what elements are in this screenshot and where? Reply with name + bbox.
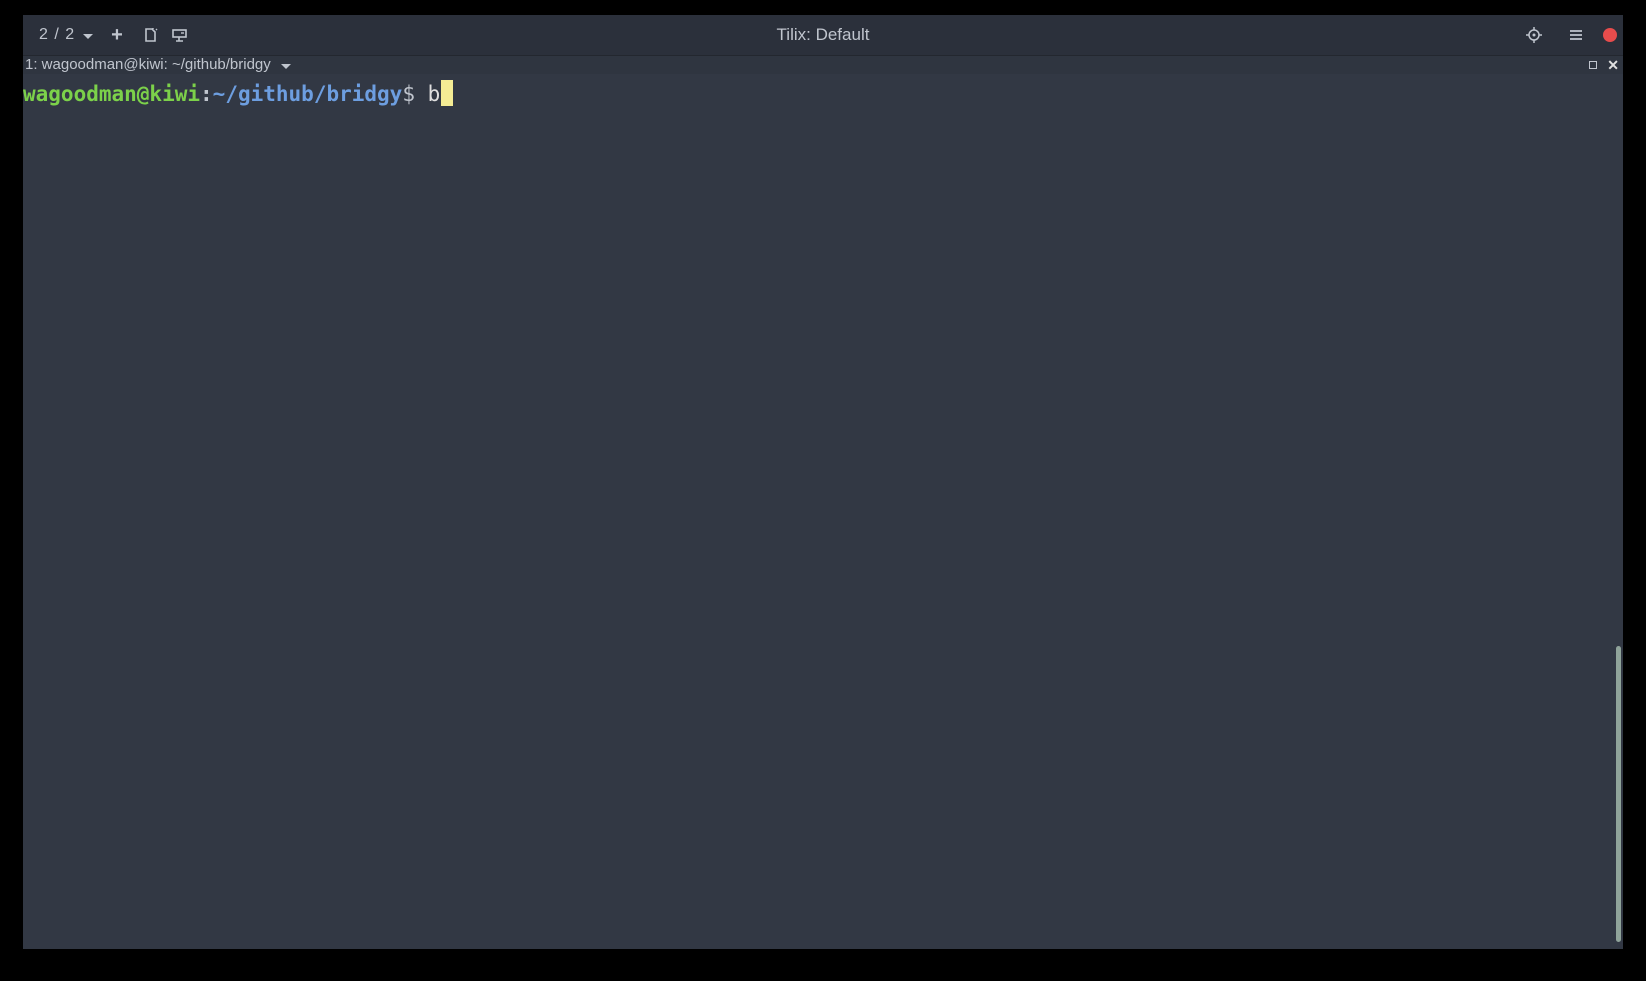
terminal-controls: ✕ [1589,56,1621,74]
prompt-line: wagoodman@kiwi:~/github/bridgy$ b [23,80,454,108]
hamburger-menu-icon [1570,30,1582,40]
prompt-symbol: $ [402,82,415,106]
window-close-button[interactable] [1603,28,1617,42]
tilix-window: 2 / 2 + Tilix: Default 1: wagoodman@kiwi… [23,15,1623,949]
header-bar: 2 / 2 + Tilix: Default [23,15,1623,56]
crosshair-icon [1526,27,1542,43]
find-terminal-button[interactable] [165,20,195,50]
terminal-area[interactable]: wagoodman@kiwi:~/github/bridgy$ b [23,74,1623,949]
menu-button[interactable] [1563,20,1589,50]
prompt-user-host: wagoodman@kiwi [23,82,201,106]
terminal-title-menu[interactable]: 1: wagoodman@kiwi: ~/github/bridgy [25,56,291,74]
session-switcher-button[interactable]: 2 / 2 [33,20,101,50]
terminal-title-bar: 1: wagoodman@kiwi: ~/github/bridgy ✕ [23,56,1623,74]
session-switcher-label: 2 / 2 [39,26,76,43]
prompt-path: ~/github/bridgy [212,82,403,106]
close-terminal-icon[interactable]: ✕ [1607,56,1619,74]
add-terminal-icon [145,28,158,42]
text-cursor [441,80,454,106]
add-terminal-button[interactable] [137,20,165,50]
chevron-down-icon [280,63,291,69]
command-input[interactable]: b [428,82,441,106]
scrollbar-thumb[interactable] [1616,646,1621,942]
chevron-down-icon [83,33,94,39]
maximize-terminal-icon[interactable] [1589,61,1598,69]
header-right-controls [1519,15,1617,55]
terminal-title-label: 1: wagoodman@kiwi: ~/github/bridgy [25,56,271,73]
prompt-separator: : [200,82,213,106]
terminal-sync-icon [172,29,187,42]
add-session-button[interactable]: + [105,20,129,50]
crosshair-button[interactable] [1519,20,1549,50]
header-left-controls: 2 / 2 + [33,15,195,55]
scrollbar[interactable] [1609,74,1623,949]
window-title: Tilix: Default [776,25,870,44]
